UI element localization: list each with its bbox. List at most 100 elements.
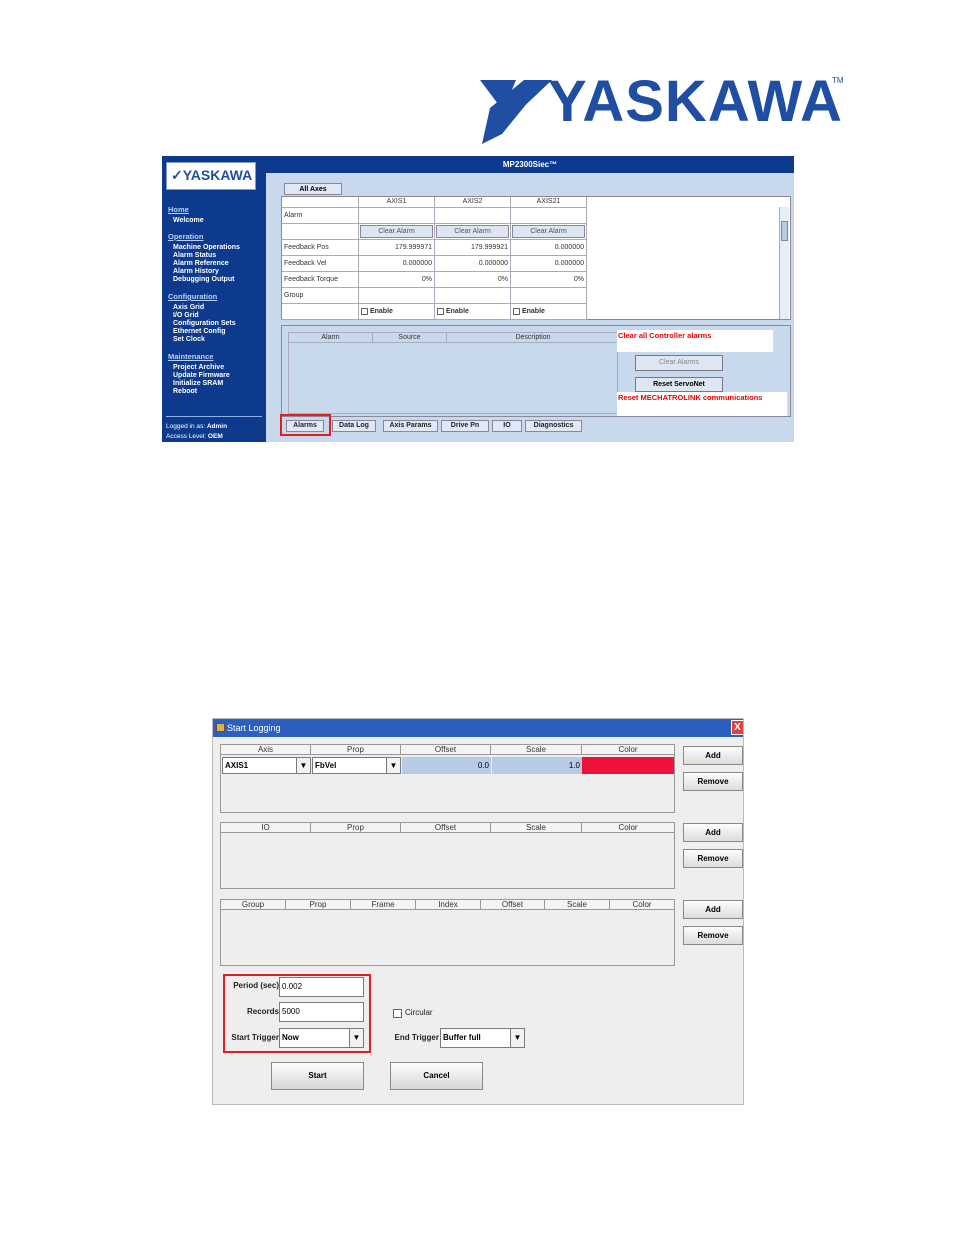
- tab-all-axes[interactable]: All Axes: [284, 183, 342, 195]
- col-scale: Scale: [545, 900, 610, 910]
- alarms-tab-highlight: [280, 414, 331, 436]
- cancel-button[interactable]: Cancel: [390, 1062, 483, 1090]
- chevron-down-icon[interactable]: ▼: [386, 758, 400, 773]
- enable-checkbox-axis2[interactable]: Enable: [435, 304, 511, 320]
- color-swatch[interactable]: [582, 757, 674, 774]
- sidebar-logo: ✓YASKAWA: [166, 162, 256, 190]
- col-scale: Scale: [491, 745, 582, 755]
- sidebar: ✓YASKAWA Home Welcome Operation Machine …: [162, 156, 266, 442]
- nav-io-grid[interactable]: I/O Grid: [173, 312, 199, 320]
- alarm-table: Alarm Source Description: [288, 332, 619, 414]
- grid-row-enable: Enable Enable Enable: [282, 304, 587, 320]
- grid-header-row: AXIS1 AXIS2 AXIS21: [282, 197, 587, 208]
- circular-label: Circular: [405, 1008, 433, 1017]
- java-cup-icon: [216, 723, 225, 732]
- note-reset-mechatrolink: Reset MECHATROLINK communications: [617, 392, 787, 416]
- mp2300-web-ui: ✓YASKAWA Home Welcome Operation Machine …: [162, 156, 794, 442]
- group-panel: Group Prop Frame Index Offset Scale Colo…: [220, 899, 675, 966]
- dialog-titlebar: Start Logging: [213, 719, 743, 737]
- nav-set-clock[interactable]: Set Clock: [173, 336, 205, 344]
- prop-select[interactable]: FbVel ▼: [312, 757, 401, 774]
- nav-home[interactable]: Home: [168, 205, 189, 214]
- nav-debugging-output[interactable]: Debugging Output: [173, 276, 234, 284]
- chevron-down-icon[interactable]: ▼: [296, 758, 310, 773]
- col-axis1: AXIS1: [359, 197, 435, 208]
- col-source: Source: [373, 333, 447, 343]
- io-panel: IO Prop Offset Scale Color: [220, 822, 675, 889]
- nav-axis-grid[interactable]: Axis Grid: [173, 304, 204, 312]
- col-axis21: AXIS21: [511, 197, 587, 208]
- col-axis2: AXIS2: [435, 197, 511, 208]
- col-offset: Offset: [401, 823, 491, 833]
- login-info: Logged in as: Admin Access Level: OEM: [166, 423, 228, 440]
- nav-reboot[interactable]: Reboot: [173, 388, 197, 396]
- window-title: MP2300Siec™: [266, 156, 794, 173]
- col-frame: Frame: [351, 900, 416, 910]
- nav-machine-operations[interactable]: Machine Operations: [173, 244, 240, 252]
- nav-alarm-history[interactable]: Alarm History: [173, 268, 219, 276]
- tab-drive-pn[interactable]: Drive Pn: [441, 420, 489, 432]
- nav-initialize-sram[interactable]: Initialize SRAM: [173, 380, 223, 388]
- col-color: Color: [582, 823, 674, 833]
- nav-maintenance[interactable]: Maintenance: [168, 352, 213, 361]
- clear-alarm-button-axis1[interactable]: Clear Alarm: [360, 225, 433, 238]
- nav-ethernet-config[interactable]: Ethernet Config: [173, 328, 226, 336]
- remove-io-button[interactable]: Remove: [683, 849, 743, 868]
- nav-configuration-sets[interactable]: Configuration Sets: [173, 320, 236, 328]
- nav-update-firmware[interactable]: Update Firmware: [173, 372, 230, 380]
- enable-checkbox-axis1[interactable]: Enable: [359, 304, 435, 320]
- close-button[interactable]: X: [731, 720, 743, 735]
- nav-operation[interactable]: Operation: [168, 232, 203, 241]
- clear-alarms-button[interactable]: Clear Alarms: [635, 355, 723, 371]
- col-axis: Axis: [221, 745, 311, 755]
- axis-grid: AXIS1 AXIS2 AXIS21 Alarm Clear Alarm Cle…: [281, 196, 791, 320]
- nav-configuration[interactable]: Configuration: [168, 292, 217, 301]
- clear-alarm-button-axis2[interactable]: Clear Alarm: [436, 225, 509, 238]
- col-description: Description: [447, 333, 619, 343]
- col-alarm: Alarm: [289, 333, 373, 343]
- col-group: Group: [221, 900, 286, 910]
- nav-project-archive[interactable]: Project Archive: [173, 364, 224, 372]
- note-clear-alarms: Clear all Controller alarms: [617, 330, 773, 352]
- clear-alarm-button-axis21[interactable]: Clear Alarm: [512, 225, 585, 238]
- nav-alarm-reference[interactable]: Alarm Reference: [173, 260, 229, 268]
- end-trigger-select[interactable]: Buffer full ▼: [440, 1028, 525, 1048]
- col-offset: Offset: [401, 745, 491, 755]
- circular-checkbox[interactable]: [393, 1009, 402, 1018]
- sidebar-divider: [166, 416, 262, 417]
- logo-icon: ✓: [171, 167, 183, 183]
- axis-select[interactable]: AXIS1 ▼: [222, 757, 311, 774]
- remove-axis-button[interactable]: Remove: [683, 772, 743, 791]
- brand-name: YASKAWA: [548, 69, 843, 134]
- grid-row-group: Group: [282, 288, 587, 304]
- tab-io[interactable]: IO: [492, 420, 522, 432]
- add-group-button[interactable]: Add: [683, 900, 743, 919]
- chevron-down-icon[interactable]: ▼: [510, 1029, 524, 1047]
- offset-cell[interactable]: 0.0: [402, 757, 491, 774]
- add-io-button[interactable]: Add: [683, 823, 743, 842]
- grid-row-clear: Clear Alarm Clear Alarm Clear Alarm: [282, 224, 587, 240]
- grid-row-alarm: Alarm: [282, 208, 587, 224]
- end-trigger-label: End Trigger: [394, 1033, 439, 1042]
- nav-alarm-status[interactable]: Alarm Status: [173, 252, 216, 260]
- tab-data-log[interactable]: Data Log: [332, 420, 376, 432]
- reset-servonet-button[interactable]: Reset ServoNet: [635, 377, 723, 392]
- col-color: Color: [610, 900, 674, 910]
- tab-axis-params[interactable]: Axis Params: [383, 420, 438, 432]
- add-axis-button[interactable]: Add: [683, 746, 743, 765]
- nav-welcome[interactable]: Welcome: [173, 217, 204, 225]
- col-prop: Prop: [311, 823, 401, 833]
- grid-row-feedback-torque: Feedback Torque 0% 0% 0%: [282, 272, 587, 288]
- remove-group-button[interactable]: Remove: [683, 926, 743, 945]
- col-prop: Prop: [286, 900, 351, 910]
- start-button[interactable]: Start: [271, 1062, 364, 1090]
- col-io: IO: [221, 823, 311, 833]
- grid-row-feedback-vel: Feedback Vel 0.000000 0.000000 0.000000: [282, 256, 587, 272]
- col-offset: Offset: [481, 900, 545, 910]
- tab-diagnostics[interactable]: Diagnostics: [525, 420, 582, 432]
- grid-row-feedback-pos: Feedback Pos 179.999971 179.999921 0.000…: [282, 240, 587, 256]
- grid-scrollbar[interactable]: [779, 207, 789, 319]
- axis-panel: Axis Prop Offset Scale Color AXIS1 ▼ FbV…: [220, 744, 675, 813]
- scale-cell[interactable]: 1.0: [492, 757, 582, 774]
- enable-checkbox-axis21[interactable]: Enable: [511, 304, 587, 320]
